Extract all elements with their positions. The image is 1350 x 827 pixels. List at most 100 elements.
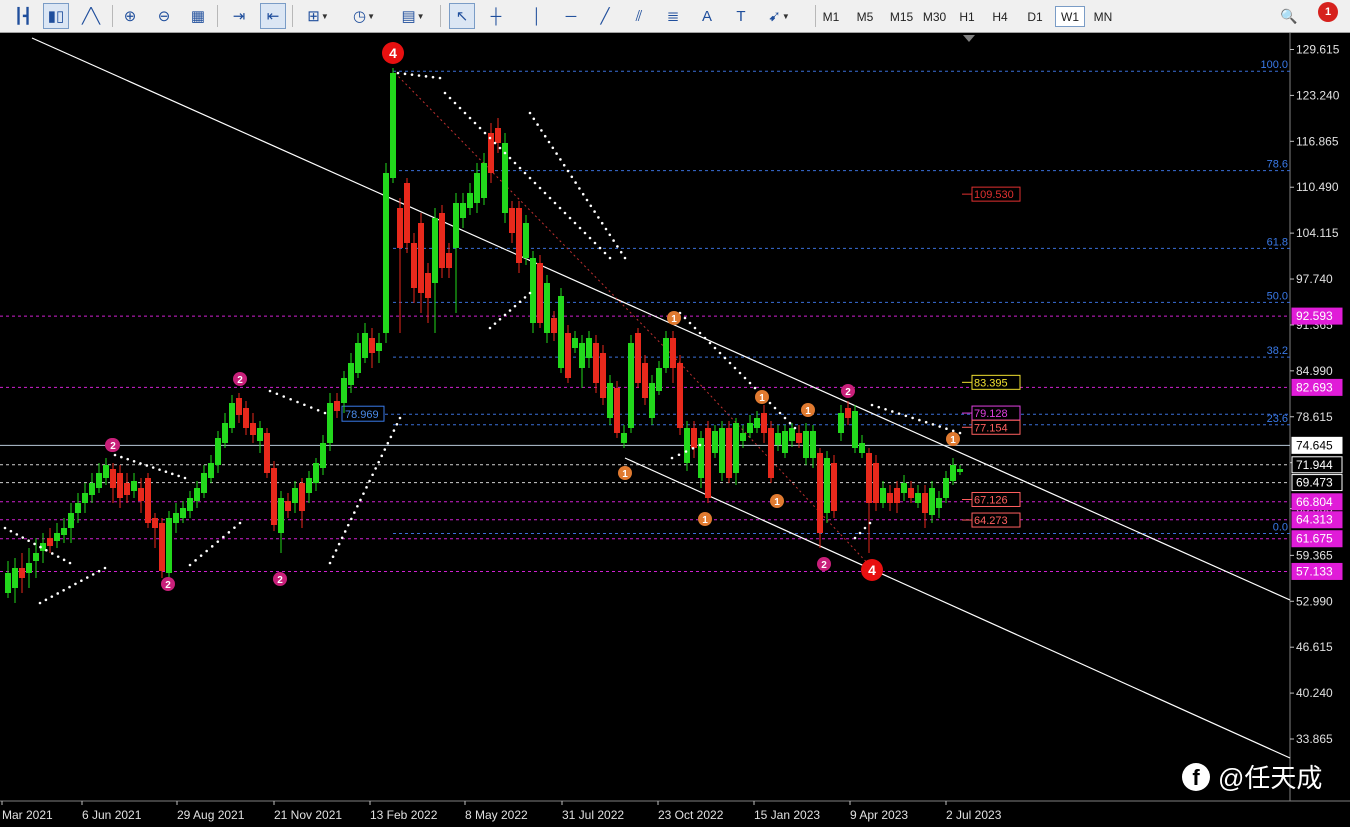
sar-dot xyxy=(132,459,136,463)
sar-dot xyxy=(395,423,399,426)
horizontal-line-icon[interactable]: ─ xyxy=(558,3,584,29)
timeframe-m30[interactable]: M30 xyxy=(920,6,949,27)
candle xyxy=(138,488,144,501)
sar-dot xyxy=(528,291,532,295)
sar-dot xyxy=(222,535,225,539)
search-icon[interactable]: 🔍 xyxy=(1276,3,1302,29)
sar-dot xyxy=(738,371,742,375)
crosshair-icon[interactable]: ┼ xyxy=(483,3,509,29)
sar-dot xyxy=(597,216,600,219)
line-chart-icon[interactable]: ╱╲ xyxy=(78,3,104,29)
chart-shift-icon[interactable]: ⇤ xyxy=(260,3,286,29)
sar-dot xyxy=(508,156,512,160)
candle xyxy=(278,498,284,533)
candlestick-chart-icon[interactable]: ▮▯ xyxy=(43,3,69,29)
timeframe-m1[interactable]: M1 xyxy=(819,6,843,27)
sar-dot xyxy=(296,400,299,404)
sar-dot xyxy=(698,331,702,335)
sar-dot xyxy=(543,134,547,138)
text-icon[interactable]: A xyxy=(694,3,720,29)
notification-badge[interactable]: 1 xyxy=(1318,2,1338,22)
timeframe-mn[interactable]: MN xyxy=(1089,6,1117,27)
sar-dot xyxy=(623,256,627,260)
timeframe-m15[interactable]: M15 xyxy=(887,6,916,27)
candle xyxy=(61,528,67,535)
candle xyxy=(789,428,795,441)
sar-dot xyxy=(383,448,387,451)
periods-icon[interactable]: ◷ ▼ xyxy=(347,3,381,29)
level-label: 77.154 xyxy=(974,422,1008,434)
sar-dot xyxy=(403,72,407,76)
sar-dot xyxy=(743,376,747,380)
sar-dot xyxy=(562,163,566,167)
price-tag-label: 66.804 xyxy=(1296,495,1333,509)
candle xyxy=(390,73,396,178)
sar-dot xyxy=(68,561,72,565)
timeframe-d1[interactable]: D1 xyxy=(1023,6,1047,27)
zoom-out-icon[interactable]: ⊖ xyxy=(151,3,177,29)
bar-chart-icon[interactable]: ┃┫ xyxy=(10,3,36,29)
sar-dot xyxy=(331,555,335,558)
price-tag-label: 69.473 xyxy=(1296,476,1333,490)
price-tag-label: 92.593 xyxy=(1296,309,1333,323)
candle xyxy=(152,518,158,528)
indicators-icon[interactable]: ⊞ ▼ xyxy=(301,3,335,29)
sar-dot xyxy=(424,75,428,78)
sar-dot xyxy=(199,554,203,557)
candle xyxy=(376,343,382,351)
trendline-lower xyxy=(624,457,1291,759)
candle xyxy=(803,431,809,458)
sar-dot xyxy=(945,427,948,430)
sar-dot xyxy=(540,129,543,132)
trendline-icon[interactable]: ╱ xyxy=(592,3,618,29)
candle xyxy=(530,258,536,323)
sar-dot xyxy=(551,146,555,150)
templates-icon[interactable]: ▤ ▼ xyxy=(396,3,430,29)
sar-dot xyxy=(309,406,313,409)
sar-dot xyxy=(386,441,390,445)
candle xyxy=(320,443,326,468)
sar-dot xyxy=(275,392,279,396)
tile-windows-icon[interactable]: ▦ xyxy=(185,3,211,29)
cursor-icon[interactable]: ↖ xyxy=(449,3,475,29)
sar-dot xyxy=(693,326,697,330)
timeframe-w1[interactable]: W1 xyxy=(1055,6,1085,27)
text-label-icon[interactable]: T xyxy=(728,3,754,29)
candle xyxy=(509,208,515,233)
sar-dot xyxy=(33,542,36,546)
sar-dot xyxy=(938,425,941,428)
arrows-icon[interactable]: ➹ ▼ xyxy=(762,3,796,29)
sar-dot xyxy=(478,126,482,130)
sar-dot xyxy=(604,227,608,231)
sar-dot xyxy=(608,233,612,237)
vertical-line-icon[interactable]: │ xyxy=(524,3,550,29)
zoom-in-icon[interactable]: ⊕ xyxy=(117,3,143,29)
level-label: 79.128 xyxy=(974,408,1008,420)
timeframe-h1[interactable]: H1 xyxy=(955,6,979,27)
price-tag-label: 61.675 xyxy=(1296,532,1333,546)
sar-dot xyxy=(368,479,371,483)
timeframe-m5[interactable]: M5 xyxy=(853,6,877,27)
price-tag-label: 71.944 xyxy=(1296,458,1333,472)
sar-dot xyxy=(337,542,341,546)
sar-dot xyxy=(282,395,286,398)
sar-dot xyxy=(951,429,955,433)
channel-icon[interactable]: ⫽ xyxy=(626,3,652,29)
fibonacci-icon[interactable]: ≣ xyxy=(660,3,686,29)
sar-dot xyxy=(555,152,558,155)
price-chart[interactable]: 100.078.661.850.038.223.60.078.96922 2222… xyxy=(0,33,1350,827)
chart-shift-marker[interactable] xyxy=(963,35,975,42)
candle xyxy=(341,378,347,403)
wave-label-text: 2 xyxy=(110,441,116,452)
sar-dot xyxy=(708,341,712,345)
sar-dot xyxy=(778,411,782,415)
candle xyxy=(726,428,732,478)
auto-scroll-icon[interactable]: ⇥ xyxy=(226,3,252,29)
sar-dot xyxy=(768,401,772,405)
timeframe-h4[interactable]: H4 xyxy=(988,6,1012,27)
candle xyxy=(26,563,32,573)
candle xyxy=(117,473,123,498)
date-axis-label: 9 Apr 2023 xyxy=(850,808,908,822)
wave-label-text: 2 xyxy=(237,375,243,386)
candle xyxy=(446,253,452,268)
